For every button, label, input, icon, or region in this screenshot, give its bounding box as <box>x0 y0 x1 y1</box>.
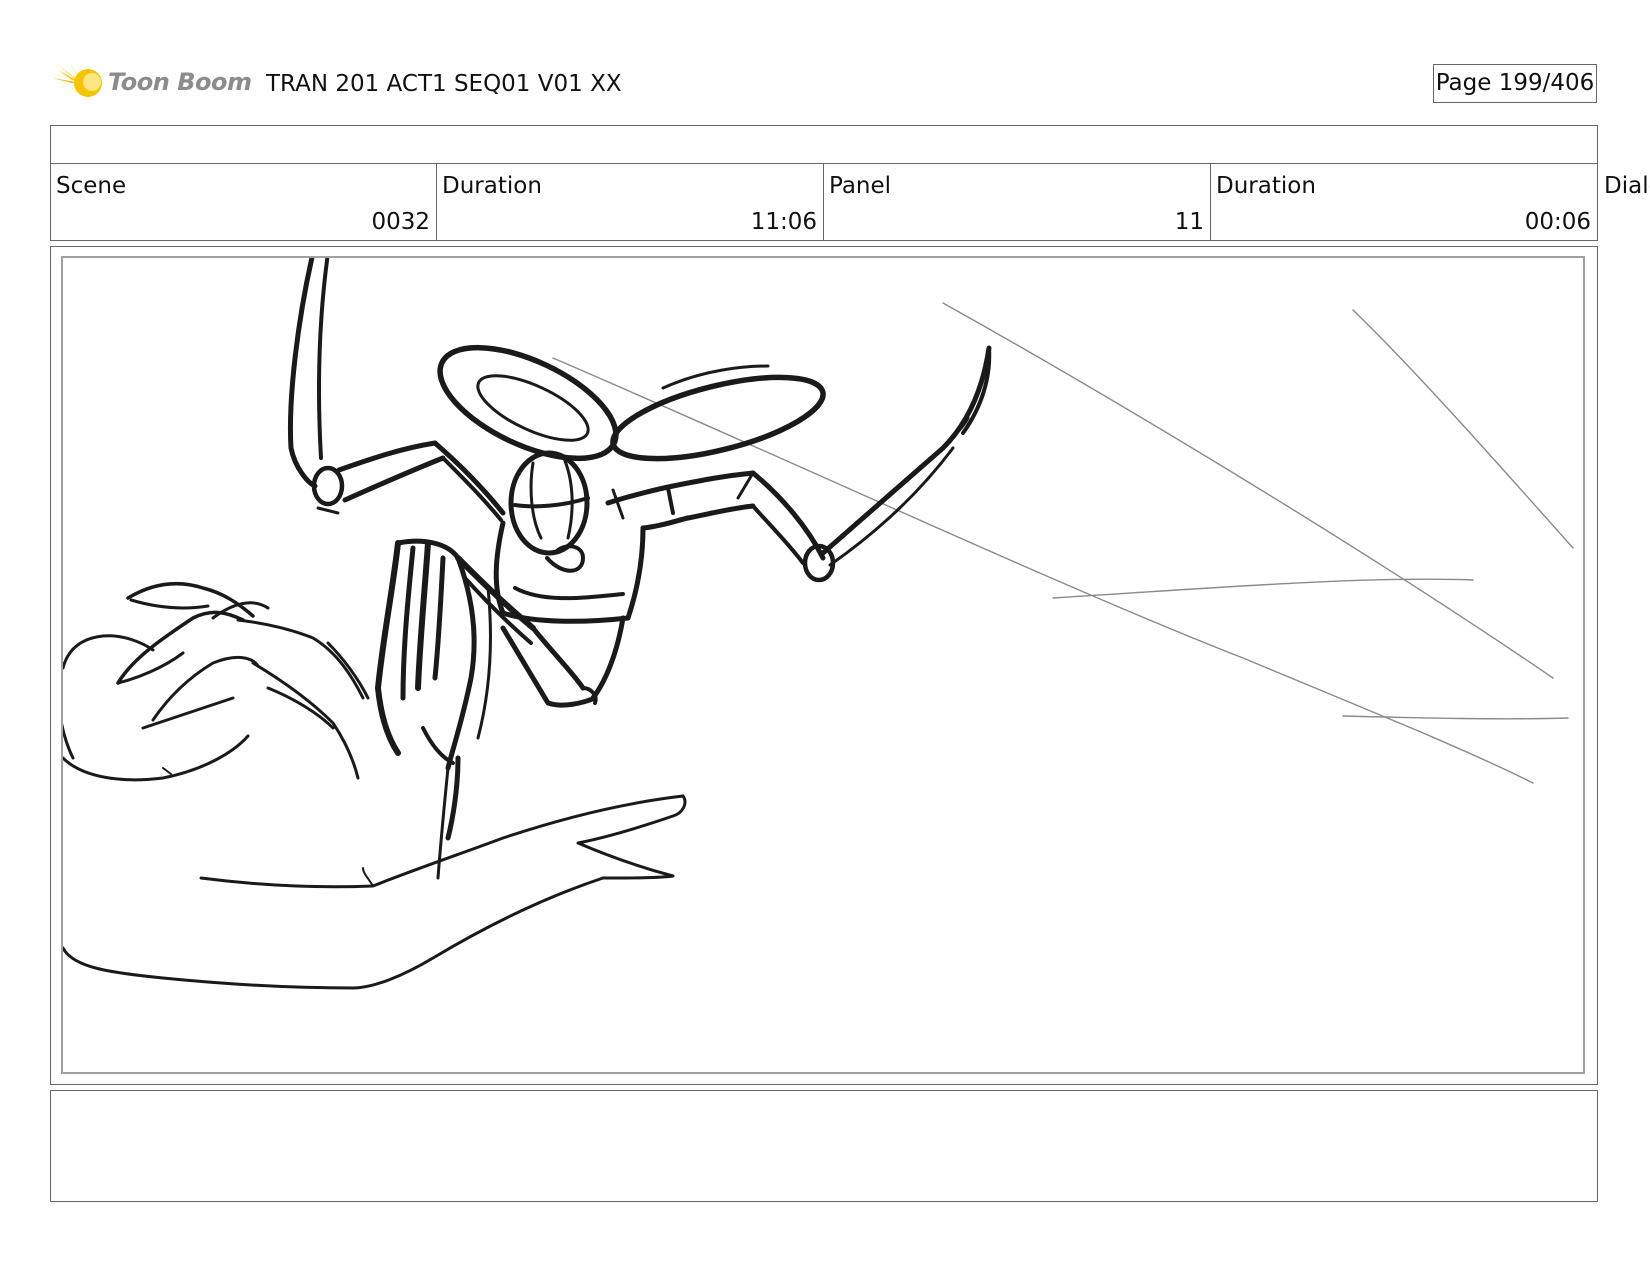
storyboard-sketch <box>63 258 1574 990</box>
panel-label: Panel <box>829 173 892 199</box>
toon-boom-logo: Toon Boom <box>52 56 252 110</box>
header-strip <box>50 125 1598 164</box>
scene-label: Scene <box>56 173 127 199</box>
scene-cell: Scene 0032 <box>50 163 437 241</box>
scene-duration-value: 11:06 <box>750 209 817 235</box>
speed-lines <box>552 302 1574 784</box>
panel-duration-cell: Duration 00:06 <box>1211 163 1598 241</box>
panel-notes-box <box>50 1090 1598 1202</box>
panel-info-row: Scene 0032 Duration 11:06 Panel 11 Durat… <box>50 163 1598 241</box>
storyboard-panel-frame <box>50 246 1598 1085</box>
panel-duration-label: Duration <box>1216 173 1316 199</box>
scene-duration-label: Duration <box>442 173 542 199</box>
scene-duration-cell: Duration 11:06 <box>437 163 824 241</box>
panel-cell: Panel 11 <box>824 163 1211 241</box>
sun-burst-icon <box>52 58 102 108</box>
panel-value: 11 <box>1174 209 1204 235</box>
page-indicator: Page 199/406 <box>1433 64 1597 103</box>
scene-value: 0032 <box>371 209 430 235</box>
storyboard-panel-image <box>61 256 1585 1074</box>
dialog-label: Dialog <box>1604 173 1650 199</box>
character-sketch <box>63 258 992 990</box>
document-title: TRAN 201 ACT1 SEQ01 V01 XX <box>266 71 622 97</box>
logo-wordmark: Toon Boom <box>108 68 252 96</box>
panel-duration-value: 00:06 <box>1524 209 1591 235</box>
